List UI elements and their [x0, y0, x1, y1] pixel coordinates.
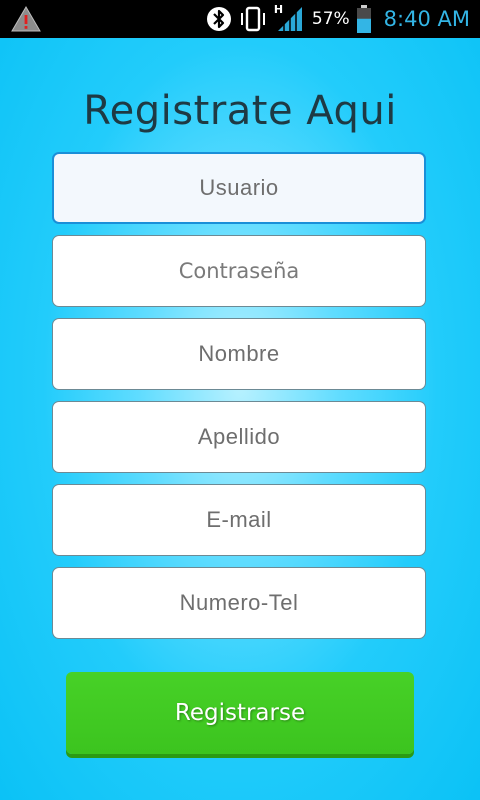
warning-icon [10, 5, 42, 33]
last-name-input[interactable] [53, 401, 425, 473]
phone-input[interactable] [53, 567, 425, 639]
battery-percent: 57% [311, 9, 350, 29]
password-input[interactable] [53, 235, 425, 307]
last-name-field[interactable] [52, 401, 426, 473]
register-button[interactable]: Registrarse [66, 672, 414, 754]
password-field[interactable] [52, 235, 426, 307]
first-name-field[interactable] [52, 318, 426, 390]
clock: 8:40 AM [383, 7, 470, 31]
username-input[interactable] [54, 153, 424, 223]
status-icons: H 57% 8:40 AM [206, 0, 470, 38]
registration-screen: H 57% 8:40 AM Registrate Aqui Usuario No… [0, 0, 480, 800]
status-bar: H 57% 8:40 AM [0, 0, 480, 38]
signal-icon: H [273, 3, 304, 33]
bluetooth-icon [206, 5, 232, 33]
email-field[interactable] [52, 484, 426, 556]
phone-field[interactable] [52, 567, 426, 639]
page-title: Registrate Aqui [83, 88, 397, 134]
network-type-label: H [273, 3, 284, 16]
vibrate-icon [238, 5, 268, 33]
email-input[interactable] [53, 484, 425, 556]
username-field[interactable] [52, 152, 426, 224]
battery-icon [356, 4, 372, 34]
first-name-input[interactable] [53, 318, 425, 390]
